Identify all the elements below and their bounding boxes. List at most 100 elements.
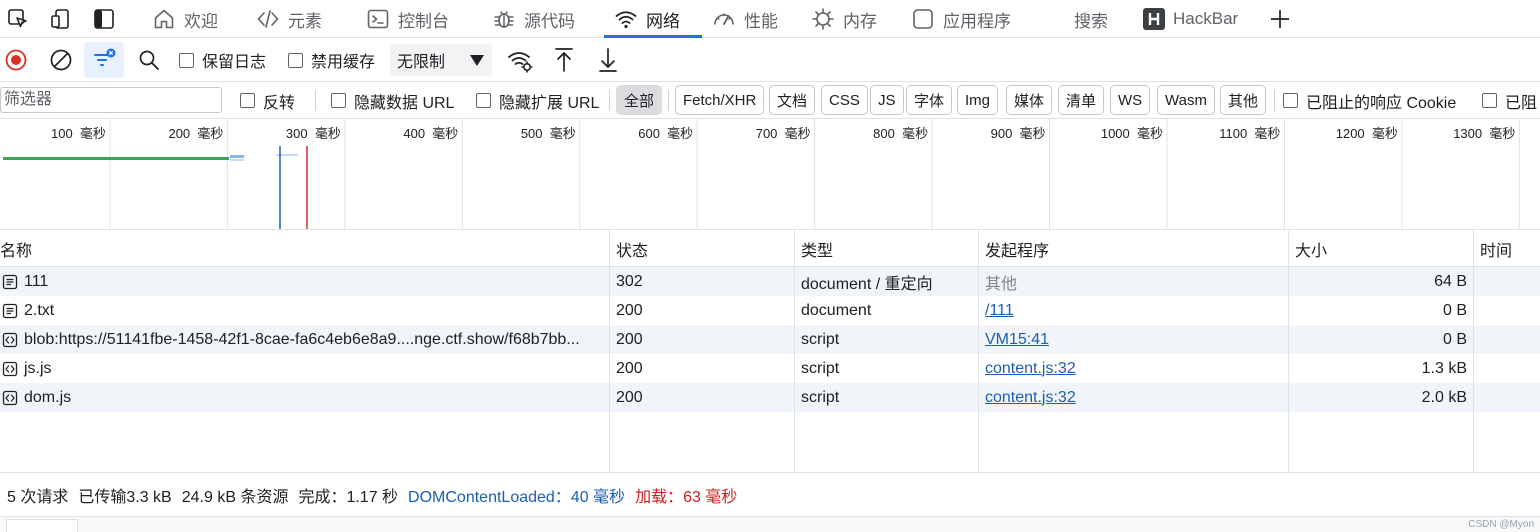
checkbox-box[interactable] (331, 93, 346, 108)
cell-initiator[interactable]: /111 (985, 296, 1285, 325)
column-divider[interactable] (1288, 230, 1289, 472)
tab-performance[interactable]: 性能 (712, 0, 778, 38)
checkbox-box[interactable] (476, 93, 491, 108)
timeline-tick-label: 1200 毫秒 (1336, 126, 1398, 141)
type-filter-img[interactable]: Img (957, 85, 999, 115)
column-header-status[interactable]: 状态 (610, 230, 794, 267)
cell-time (1480, 325, 1540, 354)
device-emulation-button[interactable] (47, 5, 75, 33)
table-row[interactable]: 2.txt 200 document/111 0 B (0, 296, 1540, 325)
table-row[interactable]: dom.js 200 script content.js:32 2.0 kB (0, 383, 1540, 412)
tab-application[interactable]: 应用程序 (911, 0, 1011, 38)
column-header-type[interactable]: 类型 (795, 230, 978, 267)
request-table: 名称 状态 类型 发起程序 大小 时间 111 302 document / 重定向… (0, 230, 1540, 472)
cell-name[interactable]: 111 (0, 267, 605, 296)
tab-elements[interactable]: 元素 (256, 0, 322, 38)
initiator-link[interactable]: VM15:41 (985, 331, 1049, 349)
tab-label: 控制台 (398, 11, 449, 31)
type-filter-js[interactable]: JS (870, 85, 904, 115)
cell-size: 64 B (1434, 272, 1467, 290)
type-filter-other[interactable]: 其他 (1220, 85, 1267, 115)
cell-name[interactable]: js.js (0, 354, 605, 383)
cell-initiator[interactable]: content.js:32 (985, 354, 1285, 383)
filter-bar: 反转 隐藏数据 URL 隐藏扩展 URL 全部 Fetch/XHR 文档 CSS… (0, 82, 1540, 119)
initiator-link[interactable]: content.js:32 (985, 389, 1076, 407)
cell-size: 0 B (1442, 301, 1467, 319)
column-divider[interactable] (1473, 230, 1474, 472)
preserve-log-checkbox[interactable]: 保留日志 (179, 38, 266, 82)
tab-label: 网络 (646, 11, 680, 31)
column-divider[interactable] (978, 230, 979, 472)
table-row[interactable]: 111 302 document / 重定向 其他 64 B (0, 267, 1540, 296)
type-filter-media[interactable]: 媒体 (1006, 85, 1053, 115)
tab-console[interactable]: 控制台 (366, 0, 449, 38)
column-header-size[interactable]: 大小 (1289, 230, 1473, 267)
tab-welcome[interactable]: 欢迎 (152, 0, 218, 38)
tab-network[interactable]: 网络 (604, 0, 702, 38)
cell-name[interactable]: dom.js (0, 383, 605, 412)
column-divider[interactable] (609, 230, 610, 472)
initiator-link[interactable]: content.js:32 (985, 360, 1076, 378)
type-filter-ws[interactable]: WS (1110, 85, 1151, 115)
type-filter-all[interactable]: 全部 (616, 85, 663, 115)
tab-search[interactable]: 搜索 (1074, 0, 1108, 38)
document-icon (2, 303, 18, 318)
cell-type: document (801, 301, 872, 319)
request-name: dom.js (24, 388, 72, 406)
column-header-name[interactable]: 名称 (0, 230, 609, 267)
add-tab-button[interactable] (1266, 5, 1294, 33)
sidebar-toggle-button[interactable] (90, 5, 118, 33)
table-header: 名称 状态 类型 发起程序 大小 时间 (0, 230, 1540, 267)
checkbox-box[interactable] (288, 52, 303, 68)
checkbox-box[interactable] (240, 93, 255, 108)
clear-button[interactable] (49, 38, 73, 82)
wifi-settings-icon (508, 52, 533, 73)
table-row[interactable]: blob:https://51141fbe-1458-42f1-8cae-fa6… (0, 325, 1540, 354)
disable-cache-checkbox[interactable]: 禁用缓存 (288, 38, 375, 82)
tab-memory[interactable]: 内存 (811, 0, 877, 38)
type-filter-doc[interactable]: 文档 (769, 85, 816, 115)
code-brackets-icon (257, 10, 279, 28)
blocked-requests-checkbox[interactable]: 已阻 (1482, 82, 1537, 119)
throttling-select[interactable]: 无限制 (390, 44, 492, 76)
network-overview-timeline[interactable]: 100 毫秒 200 毫秒 300 毫秒 400 毫秒 500 毫秒 600 毫秒 700 … (0, 119, 1540, 230)
table-row[interactable]: js.js 200 script content.js:32 1.3 kB (0, 354, 1540, 383)
cell-name[interactable]: 2.txt (0, 296, 605, 325)
search-button[interactable] (137, 38, 161, 82)
checkbox-box[interactable] (179, 52, 194, 68)
cell-initiator[interactable]: VM15:41 (985, 325, 1285, 354)
cell-name[interactable]: blob:https://51141fbe-1458-42f1-8cae-fa6… (0, 325, 605, 354)
type-filter-manifest[interactable]: 清单 (1058, 85, 1105, 115)
timeline-tick-label: 400 毫秒 (403, 126, 458, 141)
checkbox-box[interactable] (1482, 93, 1497, 108)
type-filter-fetch-xhr[interactable]: Fetch/XHR (675, 85, 765, 115)
type-filter-wasm[interactable]: Wasm (1157, 85, 1215, 115)
cell-initiator[interactable]: content.js:32 (985, 383, 1285, 412)
resources-size: 24.9 kB 条资源 (181, 488, 289, 506)
invert-checkbox[interactable]: 反转 (240, 82, 295, 119)
filter-input[interactable] (0, 87, 222, 113)
tab-hackbar[interactable]: HackBar (1143, 0, 1238, 38)
network-conditions-button[interactable] (506, 38, 534, 82)
drawer-tab[interactable] (6, 519, 78, 532)
type-filter-css[interactable]: CSS (821, 85, 868, 115)
cell-time (1480, 383, 1540, 412)
tab-sources[interactable]: 源代码 (492, 0, 575, 38)
cell-status: 200 (616, 301, 643, 319)
checkbox-box[interactable] (1283, 93, 1298, 108)
record-button[interactable] (4, 38, 28, 82)
hide-extension-urls-checkbox[interactable]: 隐藏扩展 URL (476, 82, 599, 119)
import-har-button[interactable] (553, 38, 575, 82)
blocked-response-cookies-checkbox[interactable]: 已阻止的响应 Cookie (1283, 82, 1456, 119)
column-divider[interactable] (794, 230, 795, 472)
initiator-link[interactable]: /111 (985, 302, 1014, 320)
filter-toggle-button[interactable] (84, 42, 124, 78)
column-header-time[interactable]: 时间 (1474, 230, 1540, 267)
type-filter-font[interactable]: 字体 (906, 85, 953, 115)
column-header-initiator[interactable]: 发起程序 (979, 230, 1288, 267)
inspect-element-button[interactable] (4, 5, 32, 33)
hide-data-urls-checkbox[interactable]: 隐藏数据 URL (331, 82, 454, 119)
export-har-button[interactable] (597, 38, 619, 82)
sidebar-panel-icon (94, 9, 114, 29)
search-icon (139, 50, 159, 70)
